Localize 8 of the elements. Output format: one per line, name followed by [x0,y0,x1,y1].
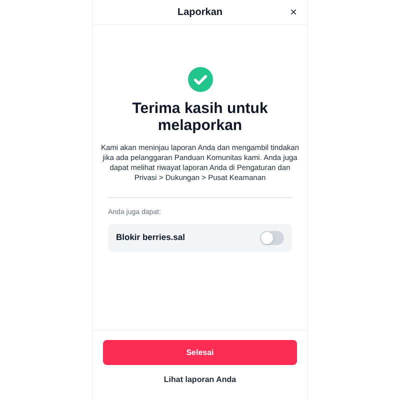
toggle-switch[interactable] [260,230,284,244]
done-button[interactable]: Selesai [103,340,297,365]
check-circle-icon [188,67,212,92]
option-label: Blokir berries.sal [116,231,185,244]
dialog-title: Laporkan [177,6,222,20]
view-reports-link[interactable]: Lihat laporan Anda [164,374,236,386]
confirmation-title: Terima kasih untuk melaporkan [131,100,269,134]
close-button[interactable]: × [290,4,297,20]
